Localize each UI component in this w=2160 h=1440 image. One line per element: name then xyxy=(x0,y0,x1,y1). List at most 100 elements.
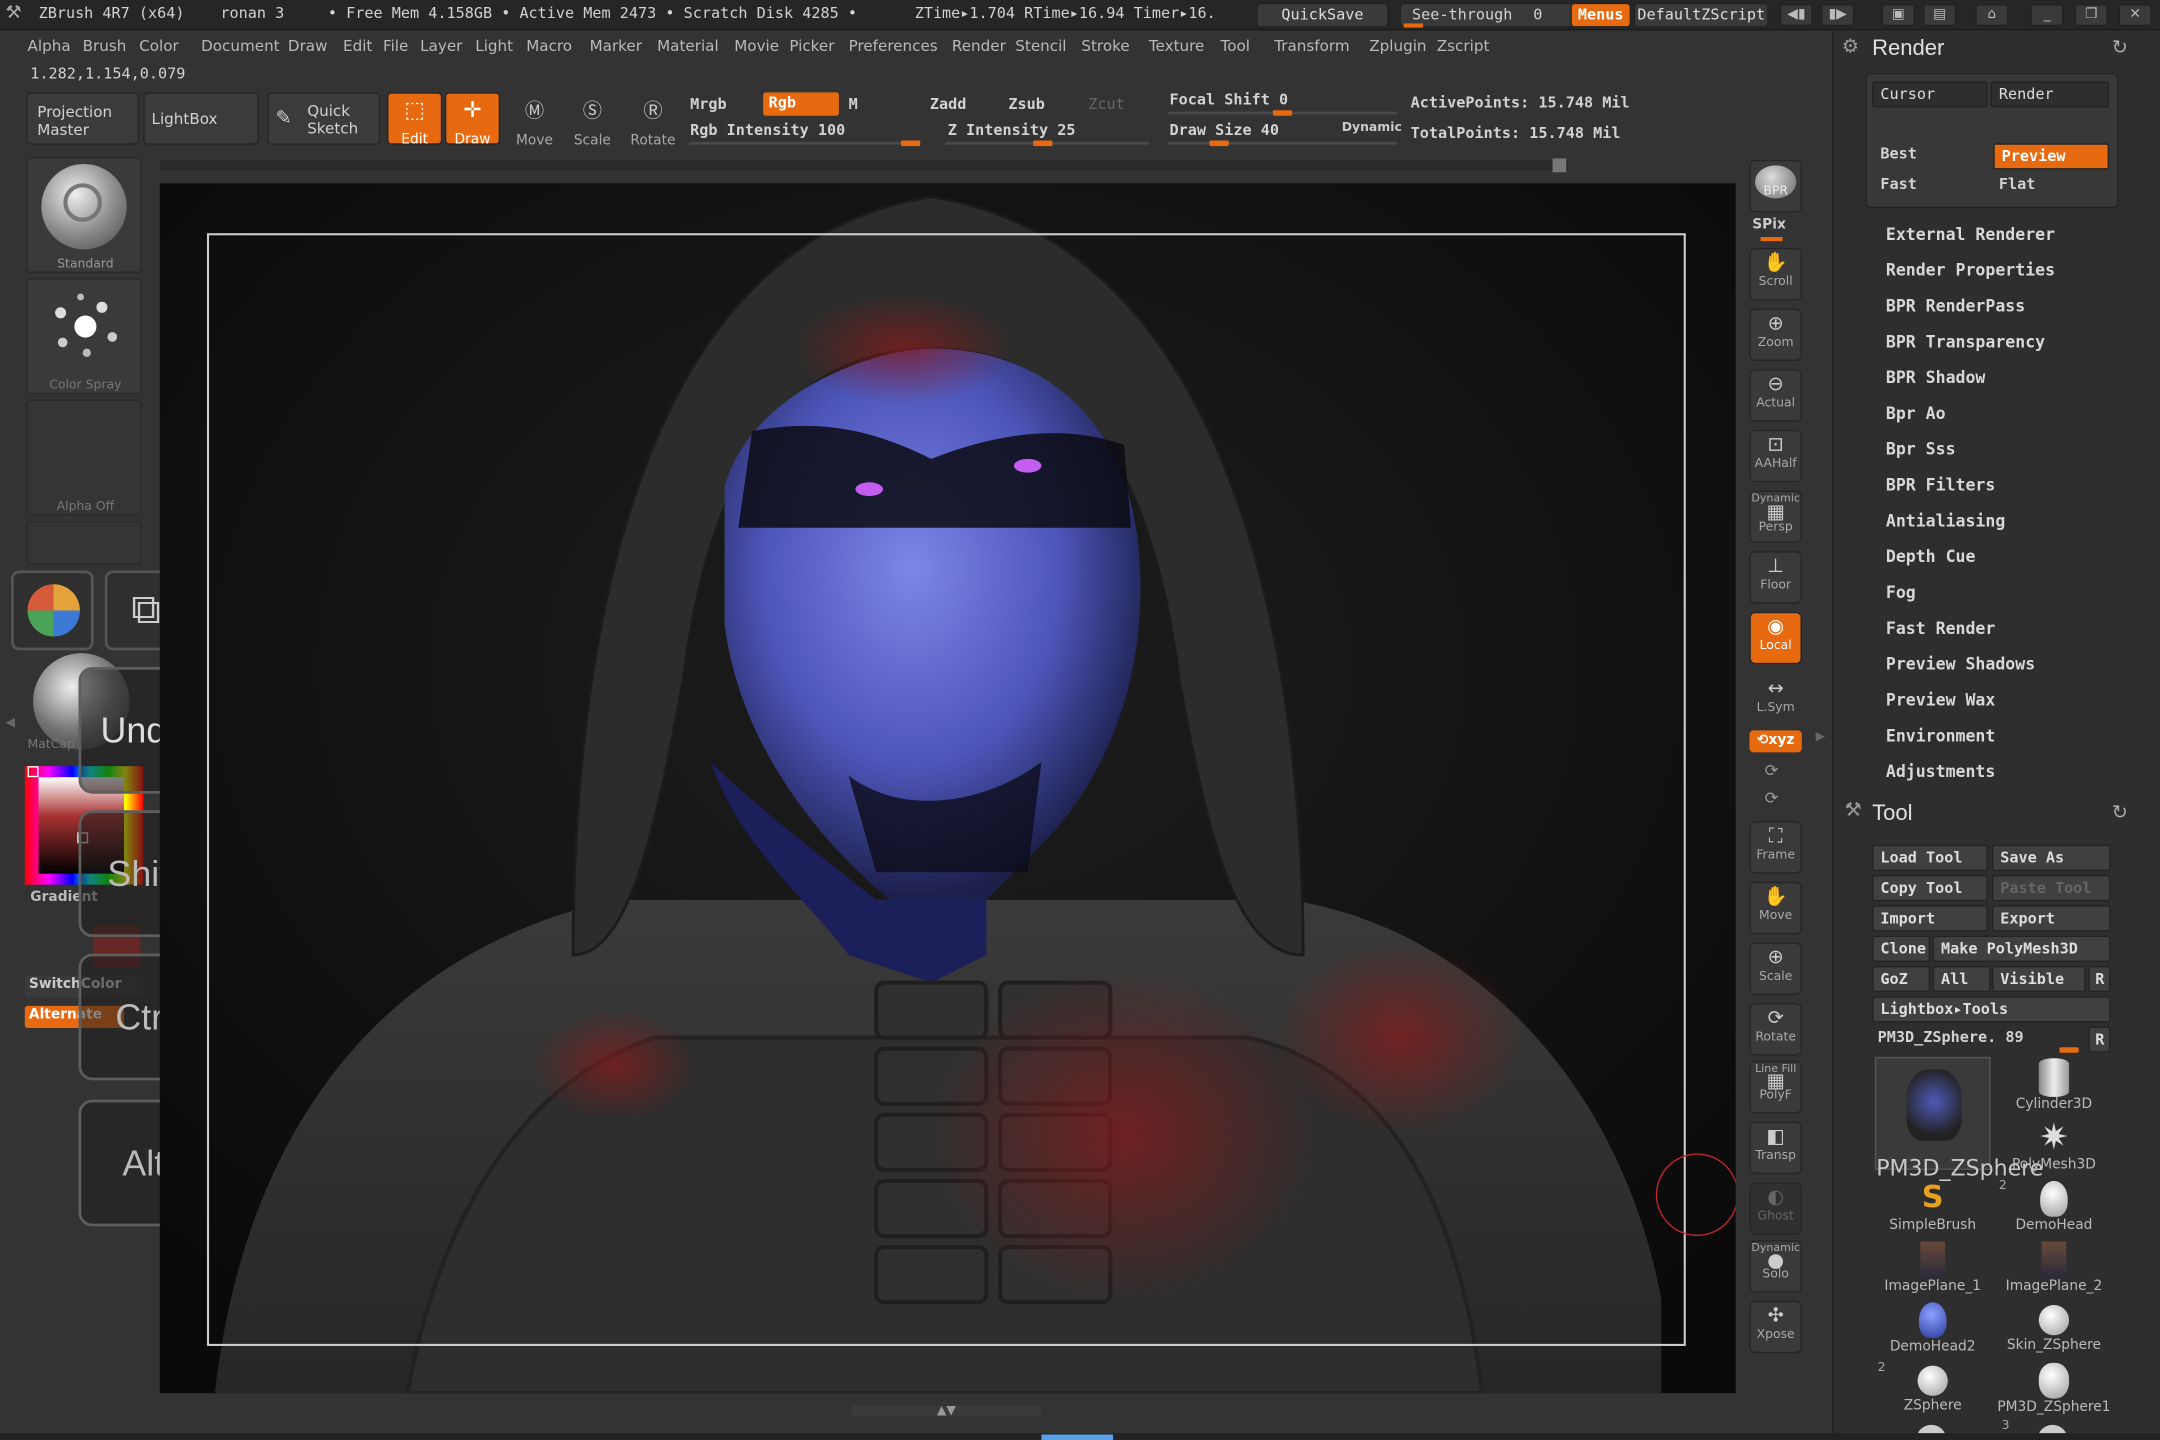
brush-selector[interactable]: Standard xyxy=(26,157,142,273)
menu-material[interactable]: Material xyxy=(657,37,719,55)
zcut-toggle[interactable]: Zcut xyxy=(1088,95,1125,113)
render-panel-title[interactable]: Render xyxy=(1872,37,1944,62)
external-renderer-item[interactable]: External Renderer xyxy=(1886,225,2055,244)
menu-color[interactable]: Color xyxy=(139,37,179,55)
render-reset-icon[interactable]: ↻ xyxy=(2112,37,2128,59)
close-icon[interactable]: ✕ xyxy=(2118,4,2152,27)
lsym-button[interactable]: ↔ L.Sym xyxy=(1749,675,1801,727)
menu-file[interactable]: File xyxy=(383,37,408,55)
z-rotate-icon[interactable]: ⟳ xyxy=(1765,788,1779,807)
menu-render[interactable]: Render xyxy=(952,37,1006,55)
layout-2-icon[interactable]: ▤ xyxy=(1923,4,1957,27)
menu-preferences[interactable]: Preferences xyxy=(849,37,938,55)
scroll-button[interactable]: ✋ Scroll xyxy=(1749,248,1802,301)
export-button[interactable]: Export xyxy=(1991,905,2111,932)
mrgb-toggle[interactable]: Mrgb xyxy=(690,95,727,113)
xyz-rotate-button[interactable]: ⟲xyz xyxy=(1749,730,1802,753)
menus-button[interactable]: Menus xyxy=(1570,2,1632,28)
persp-button[interactable]: Dynamic ▦ Persp xyxy=(1749,490,1802,543)
tool-thumb-imageplane2[interactable]: ImagePlane_2 xyxy=(1996,1240,2112,1295)
palette-left-icon[interactable]: ◀▮ xyxy=(1779,4,1813,27)
dynamic-toggle[interactable]: Dynamic xyxy=(1342,121,1402,135)
scroll-handle[interactable] xyxy=(1552,158,1567,173)
focal-shift-slider[interactable]: Focal Shift 0 xyxy=(1168,91,1397,119)
depth-cue-item[interactable]: Depth Cue xyxy=(1886,547,1976,566)
goz-visible-button[interactable]: Visible xyxy=(1991,965,2086,993)
menu-zplugin[interactable]: Zplugin xyxy=(1369,37,1426,55)
tool-reset-icon[interactable]: ↻ xyxy=(2112,802,2128,824)
bottom-tray-handle-icon[interactable]: ▲▼ xyxy=(851,1405,1042,1417)
menu-alpha[interactable]: Alpha xyxy=(28,37,71,55)
move-view-button[interactable]: ✋ Move xyxy=(1749,881,1802,935)
tool-thumb-imageplane1[interactable]: ImagePlane_1 xyxy=(1875,1240,1991,1295)
make-polymesh3d-button[interactable]: Make PolyMesh3D xyxy=(1932,935,2111,962)
preview-render-option[interactable]: Preview xyxy=(1993,143,2110,170)
m-toggle[interactable]: M xyxy=(849,95,858,113)
menu-tool[interactable]: Tool xyxy=(1221,37,1250,55)
primary-color-swatch[interactable] xyxy=(27,766,39,778)
menu-stencil[interactable]: Stencil xyxy=(1015,37,1066,55)
lock-icon[interactable]: ⌂ xyxy=(1975,4,2009,27)
rotate-mode-button[interactable]: Ⓡ Rotate xyxy=(625,92,680,149)
preview-wax-item[interactable]: Preview Wax xyxy=(1886,690,1995,709)
move-mode-button[interactable]: Ⓜ Move xyxy=(507,92,562,149)
menu-movie[interactable]: Movie xyxy=(734,37,779,55)
rotate-view-button[interactable]: ⟳ Rotate xyxy=(1749,1003,1802,1056)
palette-right-icon[interactable]: ▮▶ xyxy=(1821,4,1855,27)
adjustments-item[interactable]: Adjustments xyxy=(1886,762,1995,781)
tool-thumb-demohead[interactable]: DemoHead xyxy=(1996,1180,2112,1235)
fog-item[interactable]: Fog xyxy=(1886,583,1916,602)
bpr-sss-item[interactable]: Bpr Sss xyxy=(1886,440,1956,459)
tool-r-button[interactable]: R xyxy=(2088,1026,2111,1053)
edit-mode-button[interactable]: ⬚ Edit xyxy=(387,92,443,147)
cursor-button[interactable]: Cursor xyxy=(1872,81,1988,108)
document-canvas[interactable] xyxy=(159,183,1736,1394)
draw-size-slider[interactable]: Draw Size 40 Dynamic xyxy=(1168,121,1402,149)
preview-shadows-item[interactable]: Preview Shadows xyxy=(1886,655,2035,674)
menu-light[interactable]: Light xyxy=(475,37,513,55)
goz-all-button[interactable]: All xyxy=(1932,965,1991,993)
tool-thumb-pm3d-zsphere[interactable]: PM3D_ZSphere xyxy=(1874,1056,2043,1181)
tool-thumb-zsphere[interactable]: ZSphere xyxy=(1875,1361,1991,1416)
clone-button[interactable]: Clone xyxy=(1872,935,1930,962)
frame-button[interactable]: ⛶ Frame xyxy=(1749,821,1802,874)
paste-tool-button[interactable]: Paste Tool xyxy=(1991,875,2111,902)
antialiasing-item[interactable]: Antialiasing xyxy=(1886,511,2005,530)
bpr-button[interactable]: BPR xyxy=(1749,159,1802,213)
menu-picker[interactable]: Picker xyxy=(789,37,834,55)
actual-button[interactable]: ⊖ Actual xyxy=(1749,369,1802,422)
menu-stroke[interactable]: Stroke xyxy=(1081,37,1129,55)
load-tool-button[interactable]: Load Tool xyxy=(1872,844,1988,871)
tool-thumb-skin-zsphere[interactable]: Skin_ZSphere xyxy=(1996,1301,2112,1356)
xpose-button[interactable]: ✣ Xpose xyxy=(1749,1300,1802,1354)
transp-button[interactable]: ◧ Transp xyxy=(1749,1121,1802,1175)
menu-edit[interactable]: Edit xyxy=(343,37,372,55)
save-as-button[interactable]: Save As xyxy=(1991,844,2111,871)
import-button[interactable]: Import xyxy=(1872,905,1988,932)
environment-item[interactable]: Environment xyxy=(1886,726,1995,745)
lightbox-button[interactable]: LightBox xyxy=(143,92,259,145)
solo-button[interactable]: Dynamic ● Solo xyxy=(1749,1240,1802,1293)
bpr-transparency-item[interactable]: BPR Transparency xyxy=(1886,332,2045,351)
zoom-button[interactable]: ⊕ Zoom xyxy=(1749,308,1802,362)
menu-texture[interactable]: Texture xyxy=(1149,37,1204,55)
rgb-intensity-slider[interactable]: Rgb Intensity 100 xyxy=(688,121,921,149)
best-render-option[interactable]: Best xyxy=(1880,145,1917,163)
render-properties-item[interactable]: Render Properties xyxy=(1886,260,2055,279)
tool-thumb-cylinder3d[interactable]: Cylinder3D xyxy=(1996,1058,2112,1113)
aahalf-button[interactable]: ⊡ AAHalf xyxy=(1749,429,1802,483)
menu-layer[interactable]: Layer xyxy=(420,37,462,55)
menu-transform[interactable]: Transform xyxy=(1274,37,1349,55)
right-tray-arrow-icon[interactable]: ▶ xyxy=(1816,730,1827,758)
minimize-icon[interactable]: _ xyxy=(2030,4,2064,27)
material-sphere-button[interactable] xyxy=(11,570,94,651)
restore-icon[interactable]: ❐ xyxy=(2074,4,2108,27)
z-intensity-slider[interactable]: Z Intensity 25 xyxy=(944,121,1149,149)
goz-button[interactable]: GoZ xyxy=(1872,965,1930,993)
lightbox-tools-button[interactable]: Lightbox▸Tools xyxy=(1872,996,2111,1023)
menu-draw[interactable]: Draw xyxy=(288,37,328,55)
bpr-renderpass-item[interactable]: BPR RenderPass xyxy=(1886,296,2025,315)
quicksave-button[interactable]: QuickSave xyxy=(1256,2,1389,28)
horizontal-scroll-strip[interactable] xyxy=(159,159,1568,171)
menu-macro[interactable]: Macro xyxy=(526,37,572,55)
